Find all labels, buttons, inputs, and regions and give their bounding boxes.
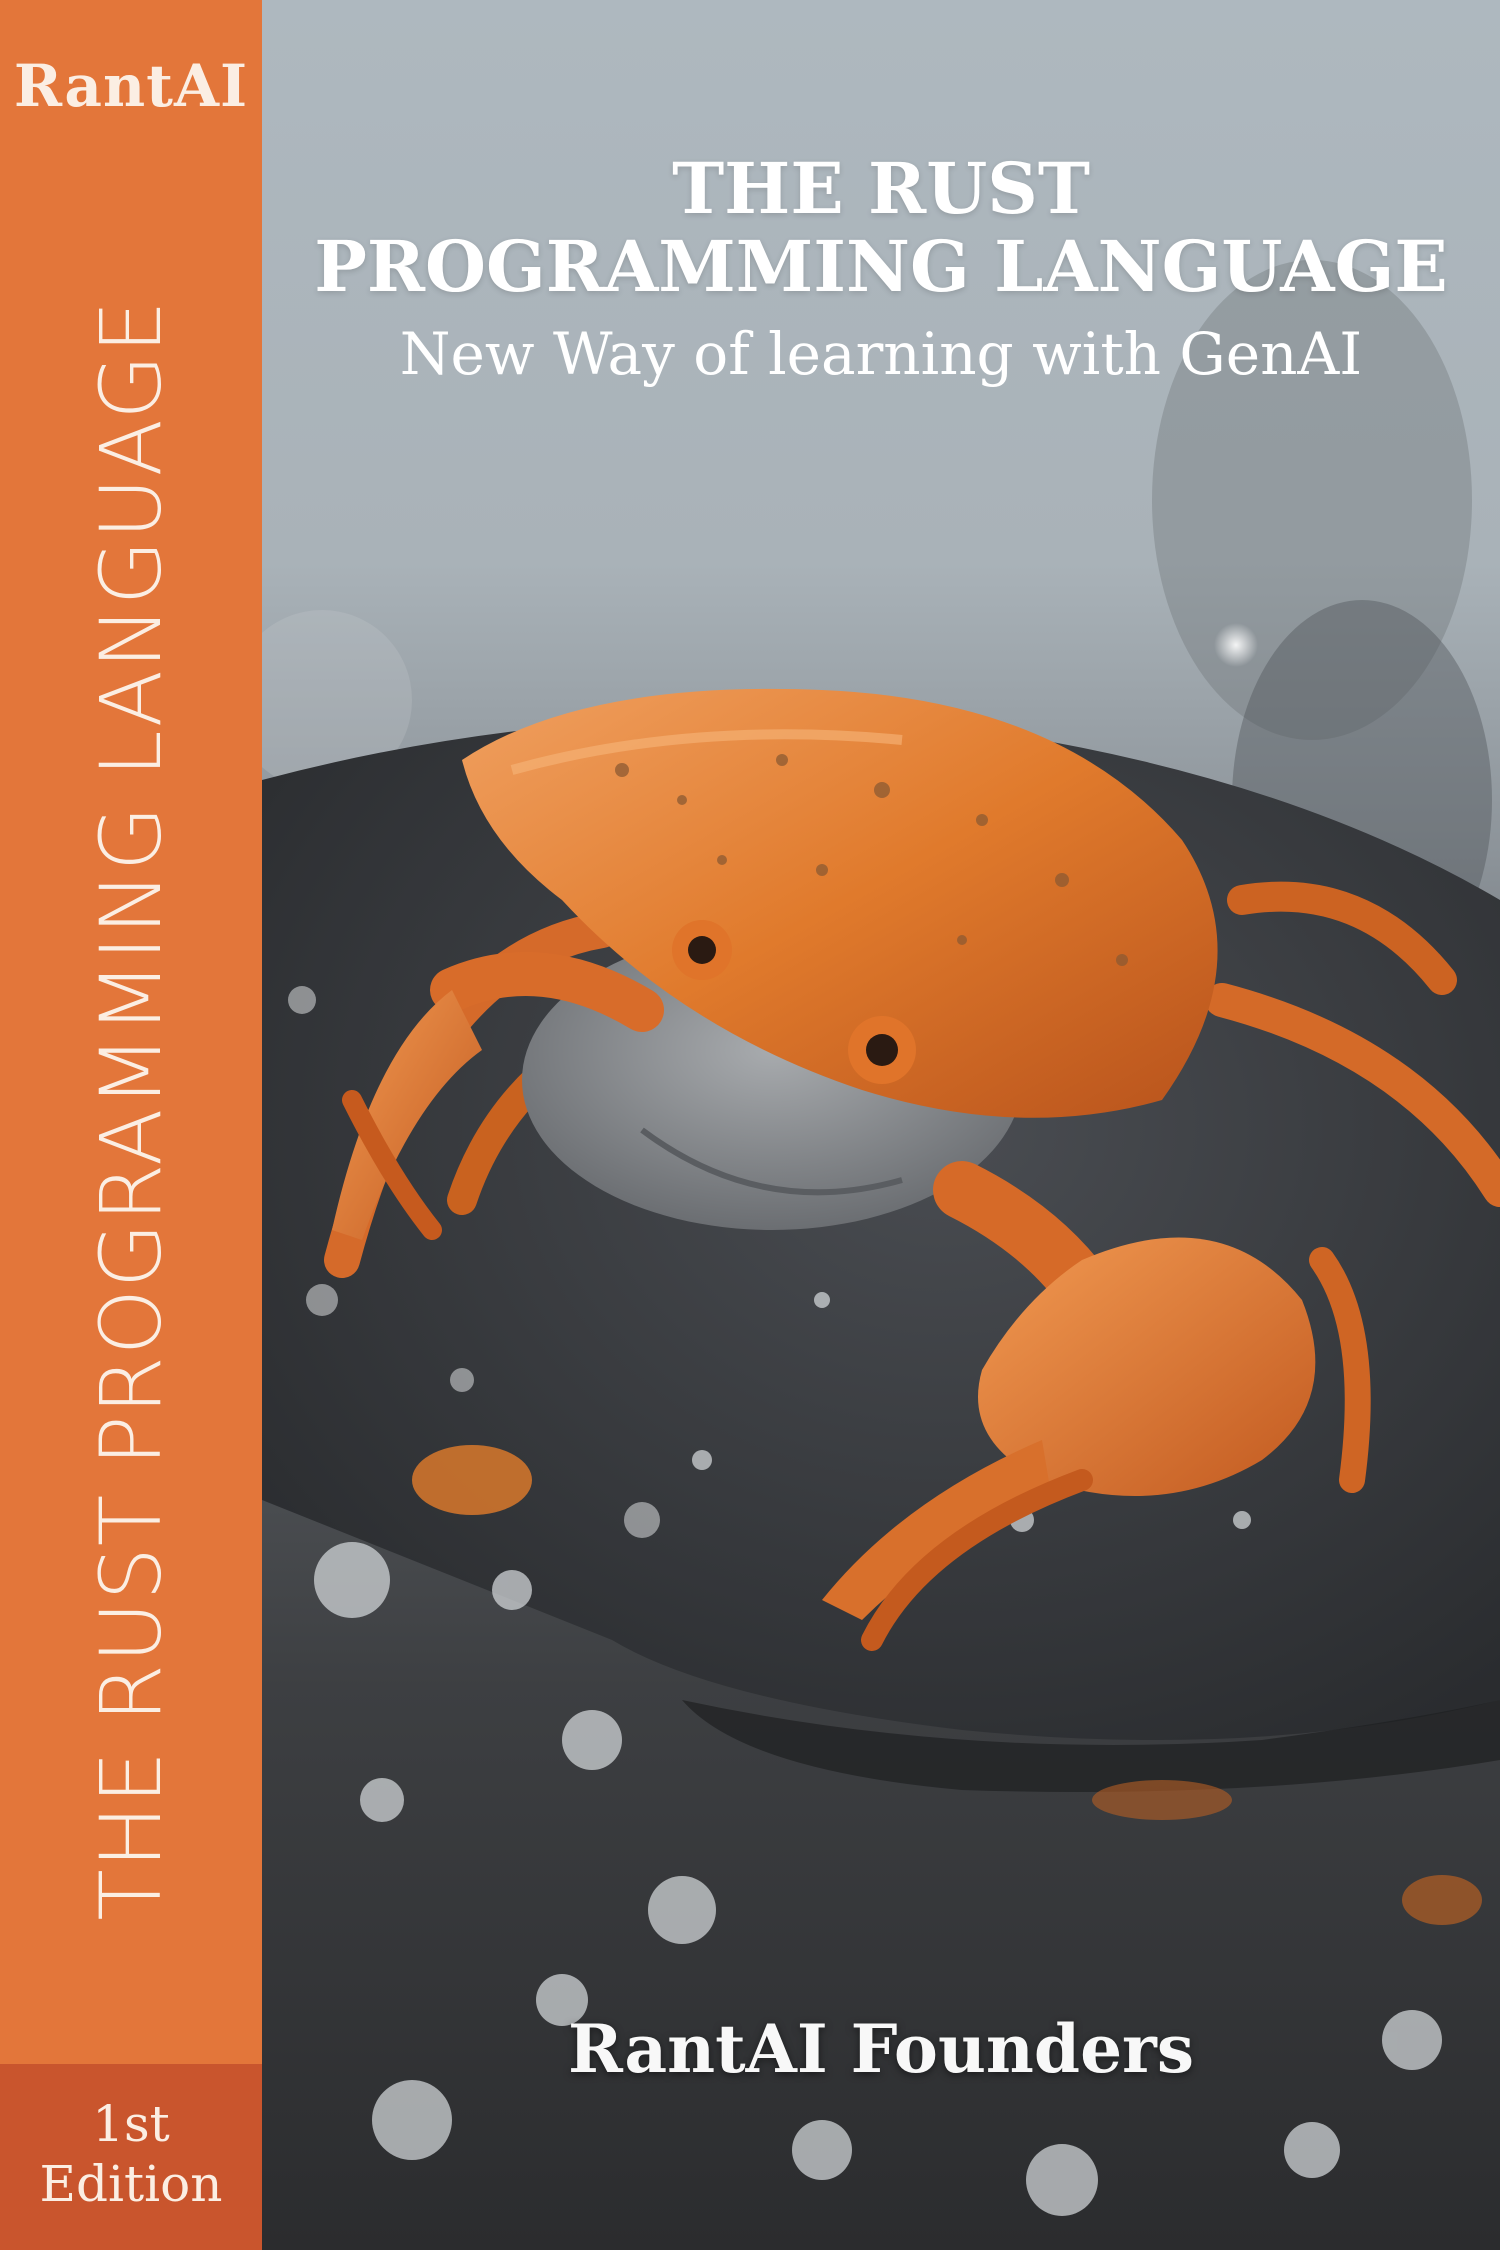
edition-badge: 1st Edition <box>0 2064 262 2250</box>
title-line-2: PROGRAMMING LANGUAGE <box>314 225 1448 308</box>
book-author: RantAI Founders <box>568 2010 1194 2088</box>
spine-publisher: RantAI <box>13 52 249 120</box>
spine-title: THE RUST PROGRAMMING LANGUAGE <box>82 299 180 1921</box>
edition-number: 1st <box>92 2095 170 2153</box>
book-spine: RantAI THE RUST PROGRAMMING LANGUAGE 1st… <box>0 0 262 2250</box>
title-line-1: THE RUST <box>672 147 1090 230</box>
book-subtitle: New Way of learning with GenAI <box>399 320 1363 388</box>
edition-label: Edition <box>39 2155 223 2213</box>
book-cover: RantAI THE RUST PROGRAMMING LANGUAGE 1st… <box>0 0 1500 2250</box>
book-title: THE RUST PROGRAMMING LANGUAGE <box>262 150 1500 306</box>
